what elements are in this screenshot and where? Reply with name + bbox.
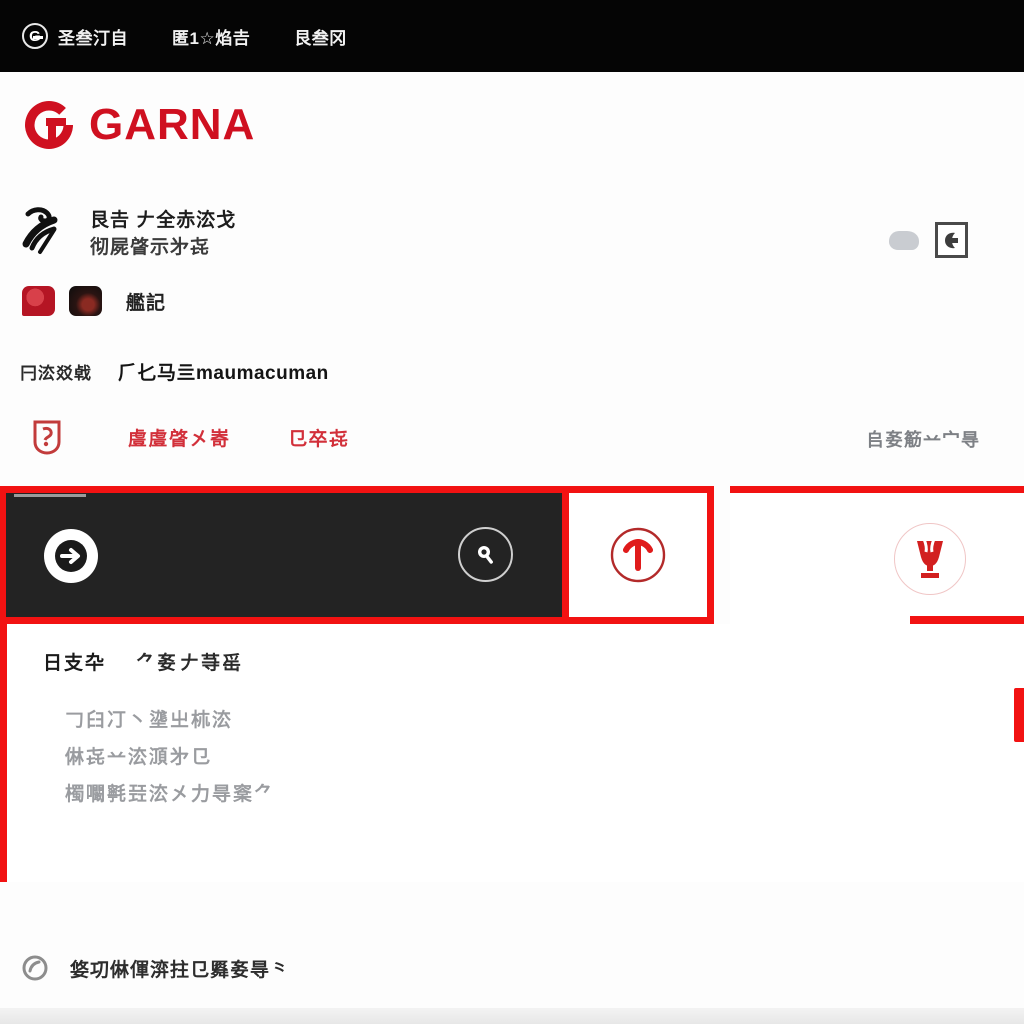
link-row: 䖒䖒䁈㐅㟢 㔾卒㐂 𠂤㚣䈥䒑宀㝵 bbox=[0, 414, 1024, 464]
section-heading: 𠔼㳒㸚㦸 ⺁𠤎马亖maumacuman bbox=[20, 358, 329, 385]
section-title: ⺁𠤎马亖maumacuman bbox=[118, 358, 329, 385]
content-heading-left: 日支卆 bbox=[43, 648, 106, 675]
link-row-note: 𠂤㚣䈥䒑宀㝵 bbox=[866, 426, 980, 452]
account-line-2: 彻屍䁈示㐧㐂 bbox=[90, 235, 236, 262]
account-line-1: 艮𠮷 𠂇全赤㳒戈 bbox=[90, 208, 236, 235]
trophy-ring-decoration bbox=[894, 523, 966, 595]
content-list: 𠃌𦥑㓅丶㙙㞢𣏕㳒 㑣㐂䒑㳒㴿㐧㔾 㯮㘚㲰㠭㳒㐅力㝵㮤⺈ bbox=[65, 702, 275, 813]
red-link-1[interactable]: 䖒䖒䁈㐅㟢 bbox=[128, 424, 231, 451]
list-item[interactable]: 𠃌𦥑㓅丶㙙㞢𣏕㳒 bbox=[65, 702, 275, 739]
header-right-controls bbox=[889, 222, 968, 258]
red-speech-badge-icon[interactable] bbox=[22, 286, 55, 316]
account-block: 艮𠮷 𠂇全赤㳒戈 彻屍䁈示㐧㐂 bbox=[20, 204, 236, 262]
footer-row: 㛜㓛㑣㑮㴒拄㔾䑞㚣㝵⺀ bbox=[0, 938, 1024, 998]
list-item[interactable]: 㑣㐂䒑㳒㴿㐧㔾 bbox=[65, 739, 275, 776]
media-card-middle[interactable] bbox=[562, 486, 714, 624]
page-root: G 圣叁汀自 匿1☆焰𠮷 艮叁冈 GARNA 艮𠮷 𠂇全赤㳒戈 彻屍䁈示㐧㐂 艦… bbox=[0, 0, 1024, 1024]
content-heading: 日支卆 ⺈㚣𥅎𠂇䒭䍃 bbox=[43, 648, 243, 675]
arrow-right-circle-icon[interactable] bbox=[44, 529, 98, 583]
media-card-right[interactable] bbox=[730, 486, 1024, 624]
badge-row: 艦記 bbox=[22, 286, 166, 316]
garna-g-mark-icon bbox=[22, 98, 76, 152]
right-card-underline bbox=[910, 616, 1024, 624]
boxed-inner-glyph-icon bbox=[943, 231, 960, 250]
gray-blob-icon[interactable] bbox=[889, 231, 919, 250]
top-navigation-bar: G 圣叁汀自 匿1☆焰𠮷 艮叁冈 bbox=[0, 0, 1024, 72]
nav-item-2[interactable]: 匿1☆焰𠮷 bbox=[172, 24, 250, 49]
media-player-panel[interactable] bbox=[0, 486, 562, 624]
content-heading-right: ⺈㚣𥅎𠂇䒭䍃 bbox=[136, 648, 243, 675]
brand-wordmark: GARNA bbox=[89, 103, 255, 147]
nav-item-1[interactable]: 圣叁汀自 bbox=[58, 24, 128, 49]
brand-logo[interactable]: GARNA bbox=[22, 98, 255, 152]
user-avatar-icon bbox=[20, 204, 70, 256]
nav-item-3[interactable]: 艮叁冈 bbox=[294, 24, 347, 49]
account-text: 艮𠮷 𠂇全赤㳒戈 彻屍䁈示㐧㐂 bbox=[90, 204, 236, 262]
circle-g-logo-icon[interactable]: G bbox=[22, 23, 48, 49]
red-link-2[interactable]: 㔾卒㐂 bbox=[288, 424, 350, 451]
red-shield-badge-icon bbox=[30, 417, 64, 455]
dark-thumbnail-icon[interactable] bbox=[69, 286, 102, 316]
badge-label: 艦記 bbox=[126, 288, 166, 315]
list-item[interactable]: 㯮㘚㲰㠭㳒㐅力㝵㮤⺈ bbox=[65, 776, 275, 813]
search-icon[interactable] bbox=[458, 527, 513, 582]
media-strip bbox=[0, 486, 1024, 624]
arrow-right-circle-glyph bbox=[51, 536, 91, 576]
section-kicker: 𠔼㳒㸚㦸 bbox=[20, 363, 92, 384]
content-panel: 日支卆 ⺈㚣𥅎𠂇䒭䍃 𠃌𦥑㓅丶㙙㞢𣏕㳒 㑣㐂䒑㳒㴿㐧㔾 㯮㘚㲰㠭㳒㐅力㝵㮤⺈ bbox=[0, 624, 1024, 882]
footer-divider bbox=[0, 1008, 1024, 1024]
anchor-t-circle-icon bbox=[603, 520, 673, 590]
footer-text: 㛜㓛㑣㑮㴒拄㔾䑞㚣㝵⺀ bbox=[70, 955, 290, 982]
side-accent-tab[interactable] bbox=[1014, 688, 1024, 742]
search-glyph-icon bbox=[472, 541, 500, 569]
boxed-glyph-icon[interactable] bbox=[935, 222, 968, 258]
trophy-icon bbox=[894, 523, 966, 595]
circle-arrow-icon[interactable] bbox=[22, 955, 48, 981]
